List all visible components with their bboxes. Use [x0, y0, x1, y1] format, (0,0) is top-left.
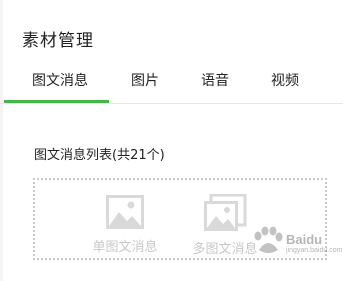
tab-images[interactable]: 图片: [131, 70, 159, 90]
tab-news[interactable]: 图文消息: [32, 70, 88, 90]
create-single-news-label: 单图文消息: [92, 240, 158, 255]
image-placeholder-icon: [105, 194, 145, 234]
paw-logo-icon: [254, 226, 283, 253]
page-left-edge: [0, 0, 3, 281]
tab-voice[interactable]: 语音: [201, 70, 229, 90]
tab-bar: 图文消息 图片 语音 视频: [0, 62, 343, 104]
stacked-images-icon: [203, 193, 247, 236]
watermark: Baidu jingyan.baidu.com: [250, 226, 342, 260]
tab-video[interactable]: 视频: [271, 70, 299, 90]
watermark-subtext: jingyan.baidu.com: [286, 247, 343, 254]
active-tab-indicator: [4, 100, 109, 103]
watermark-text: Baidu: [286, 232, 323, 247]
page-title: 素材管理: [22, 31, 94, 51]
create-single-news-button[interactable]: 单图文消息: [80, 194, 170, 255]
news-list-header: 图文消息列表(共21个): [34, 148, 165, 163]
